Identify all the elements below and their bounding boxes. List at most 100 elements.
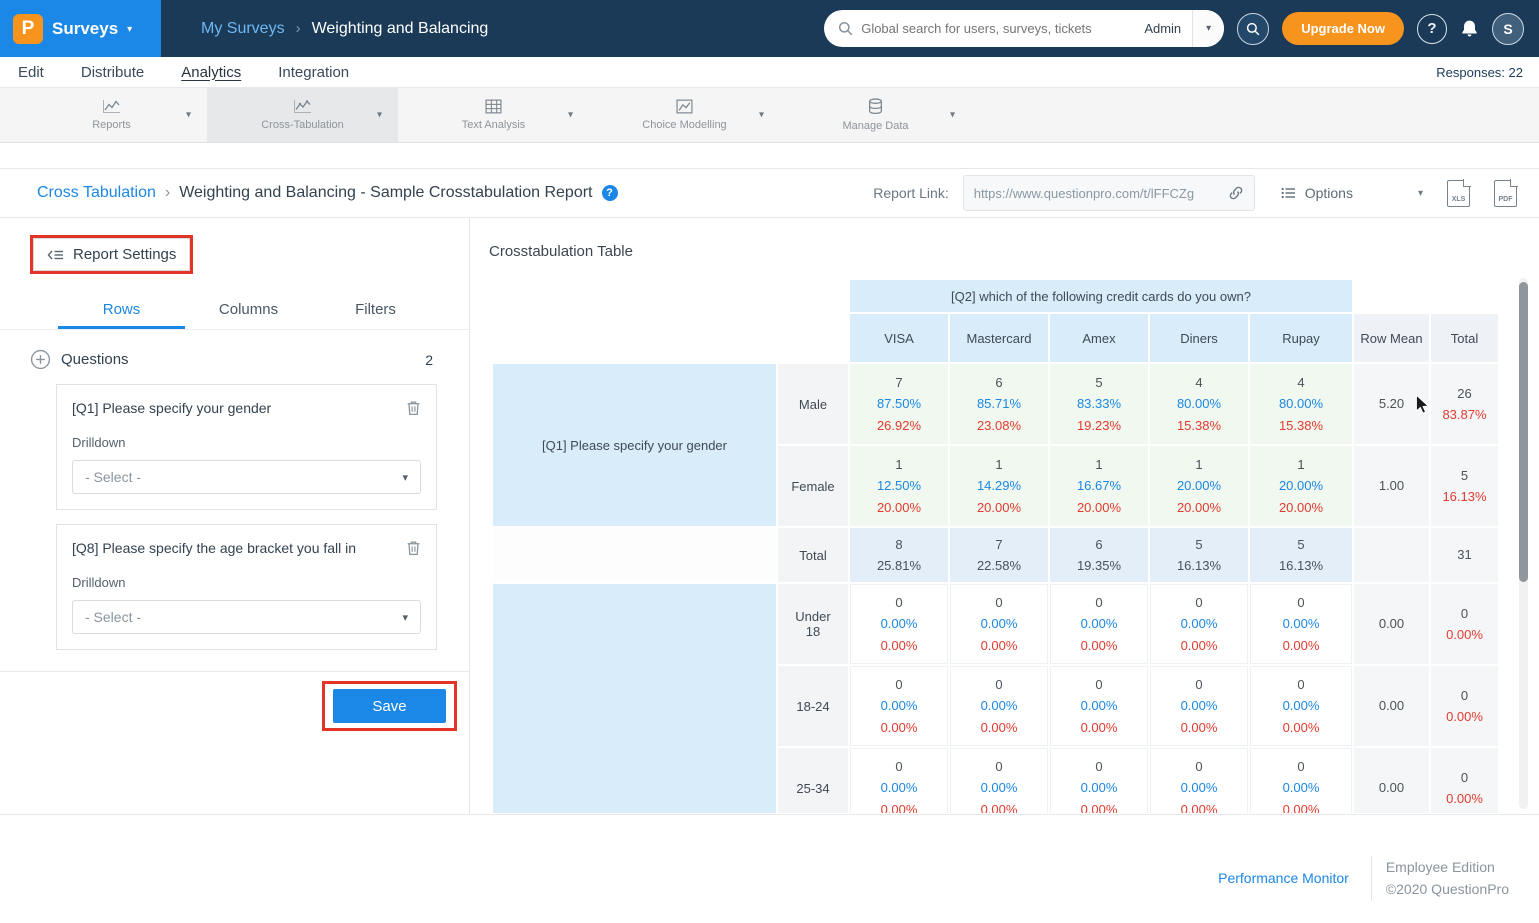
data-cell: 583.33%19.23%	[1050, 364, 1148, 444]
nav-distribute[interactable]: Distribute	[81, 64, 144, 81]
question-title: [Q1] Please specify your gender	[72, 400, 396, 416]
table-scrollbar-thumb[interactable]	[1519, 282, 1528, 582]
main-content: Report Settings Rows Columns Filters Que…	[0, 218, 1539, 815]
data-cell: 114.29%20.00%	[950, 446, 1048, 526]
row-total-cell: 2683.87%	[1431, 364, 1498, 444]
chevron-down-icon: ▾	[1418, 188, 1423, 199]
breadcrumb-separator-icon: ›	[165, 184, 170, 202]
data-cell: 787.50%26.92%	[850, 364, 948, 444]
chevron-down-icon: ▾	[402, 471, 408, 484]
search-scope-label[interactable]: Admin	[1133, 21, 1192, 36]
nav-analytics[interactable]: Analytics	[181, 64, 241, 81]
report-title: Weighting and Balancing - Sample Crossta…	[179, 184, 592, 202]
breadcrumb-my-surveys[interactable]: My Surveys	[201, 20, 285, 38]
user-avatar[interactable]: S	[1492, 13, 1524, 45]
annotation-highlight-report-settings: Report Settings	[30, 235, 193, 274]
report-link-box	[963, 175, 1255, 211]
annotation-highlight-save: Save	[322, 681, 457, 731]
nav-integration[interactable]: Integration	[278, 64, 349, 81]
export-pdf-icon[interactable]: PDF	[1494, 180, 1517, 207]
column-header-total: Total	[1431, 314, 1498, 362]
upgrade-now-button[interactable]: Upgrade Now	[1282, 12, 1404, 45]
questions-header: Questions 2	[30, 349, 433, 370]
tab-rows[interactable]: Rows	[58, 292, 185, 329]
tab-filters[interactable]: Filters	[312, 292, 439, 329]
row-mean-cell: 0.00	[1354, 584, 1429, 664]
row-mean-cell: 5.20	[1354, 364, 1429, 444]
data-cell: 00.00%0.00%	[850, 666, 948, 746]
crosstab-title: Crosstabulation Table	[489, 243, 633, 260]
chevron-down-icon[interactable]: ▾	[186, 110, 191, 121]
total-data-cell: 516.13%	[1150, 528, 1248, 582]
delete-question-icon[interactable]	[406, 400, 421, 416]
questions-label: Questions	[61, 351, 129, 368]
cross-tabulation-icon	[293, 99, 312, 114]
report-breadcrumb: Cross Tabulation › Weighting and Balanci…	[37, 184, 618, 202]
save-button[interactable]: Save	[333, 689, 446, 723]
column-header-diners: Diners	[1150, 314, 1248, 362]
data-cell: 00.00%0.00%	[950, 748, 1048, 813]
tool-manage-data[interactable]: Manage Data ▾	[780, 88, 971, 142]
add-question-icon[interactable]	[30, 349, 51, 370]
data-cell: 00.00%0.00%	[1050, 666, 1148, 746]
report-settings-label: Report Settings	[73, 246, 176, 263]
column-header-amex: Amex	[1050, 314, 1148, 362]
drilldown-select[interactable]: - Select - ▾	[72, 460, 421, 494]
row-total-cell: 00.00%	[1431, 666, 1498, 746]
link-icon[interactable]	[1228, 185, 1244, 201]
column-header-visa: VISA	[850, 314, 948, 362]
total-data-cell: 516.13%	[1250, 528, 1352, 582]
chevron-down-icon[interactable]: ▾	[568, 110, 573, 121]
drilldown-select-value: - Select -	[85, 609, 141, 625]
tool-text-analysis[interactable]: Text Analysis ▾	[398, 88, 589, 142]
global-search-input[interactable]	[861, 21, 1133, 36]
table-scrollbar-track[interactable]	[1519, 278, 1528, 809]
drilldown-label: Drilldown	[72, 575, 421, 590]
global-search: Admin ▾	[824, 10, 1224, 47]
report-link-input[interactable]	[974, 186, 1222, 201]
chevron-down-icon[interactable]: ▾	[759, 110, 764, 121]
surveys-product-menu[interactable]: P Surveys ▾	[0, 0, 161, 57]
tool-reports[interactable]: Reports ▾	[16, 88, 207, 142]
row-label: Total	[778, 528, 848, 582]
data-cell: 00.00%0.00%	[950, 584, 1048, 664]
row-label: 18-24	[778, 666, 848, 746]
search-scope-dropdown[interactable]: ▾	[1192, 10, 1224, 47]
breadcrumb-current-survey: Weighting and Balancing	[312, 20, 489, 38]
total-data-cell: 825.81%	[850, 528, 948, 582]
nav-edit[interactable]: Edit	[18, 64, 44, 81]
chevron-down-icon[interactable]: ▾	[950, 110, 955, 121]
drilldown-select[interactable]: - Select - ▾	[72, 600, 421, 634]
row-mean-cell: 0.00	[1354, 666, 1429, 746]
export-xls-icon[interactable]: XLS	[1447, 180, 1470, 207]
help-badge-icon[interactable]: ?	[602, 185, 618, 201]
tab-columns[interactable]: Columns	[185, 292, 312, 329]
options-dropdown[interactable]: Options ▾	[1281, 185, 1423, 201]
data-cell: 480.00%15.38%	[1250, 364, 1352, 444]
report-link-label: Report Link:	[873, 185, 948, 201]
row-mean-cell: 1.00	[1354, 446, 1429, 526]
drilldown-select-value: - Select -	[85, 469, 141, 485]
tool-choice-modelling[interactable]: Choice Modelling ▾	[589, 88, 780, 142]
options-list-icon	[1281, 186, 1296, 200]
chevron-down-icon[interactable]: ▾	[377, 110, 382, 121]
report-settings-button[interactable]: Report Settings	[33, 238, 190, 271]
row-group-label: [Q1] Please specify your gender	[493, 364, 776, 526]
help-icon[interactable]: ?	[1417, 14, 1447, 44]
delete-question-icon[interactable]	[406, 540, 421, 556]
notifications-bell-icon[interactable]	[1460, 19, 1479, 38]
report-settings-panel: Report Settings Rows Columns Filters Que…	[0, 218, 470, 814]
tool-cross-tabulation[interactable]: Cross-Tabulation ▾	[207, 88, 398, 142]
crosstab-table: [Q2] which of the following credit cards…	[491, 278, 1500, 813]
data-cell: 00.00%0.00%	[1150, 666, 1248, 746]
edition-line: Employee Edition	[1386, 856, 1509, 878]
data-cell: 00.00%0.00%	[950, 666, 1048, 746]
performance-monitor-link[interactable]: Performance Monitor	[1218, 870, 1349, 886]
cross-tabulation-link[interactable]: Cross Tabulation	[37, 184, 156, 202]
search-submit-button[interactable]	[1237, 13, 1269, 45]
topbar-actions: Admin ▾ Upgrade Now ? S	[824, 10, 1539, 47]
total-data-cell: 722.58%	[950, 528, 1048, 582]
row-label: Male	[778, 364, 848, 444]
report-header: Cross Tabulation › Weighting and Balanci…	[0, 168, 1539, 218]
crosstab-table-wrap: [Q2] which of the following credit cards…	[491, 278, 1505, 813]
